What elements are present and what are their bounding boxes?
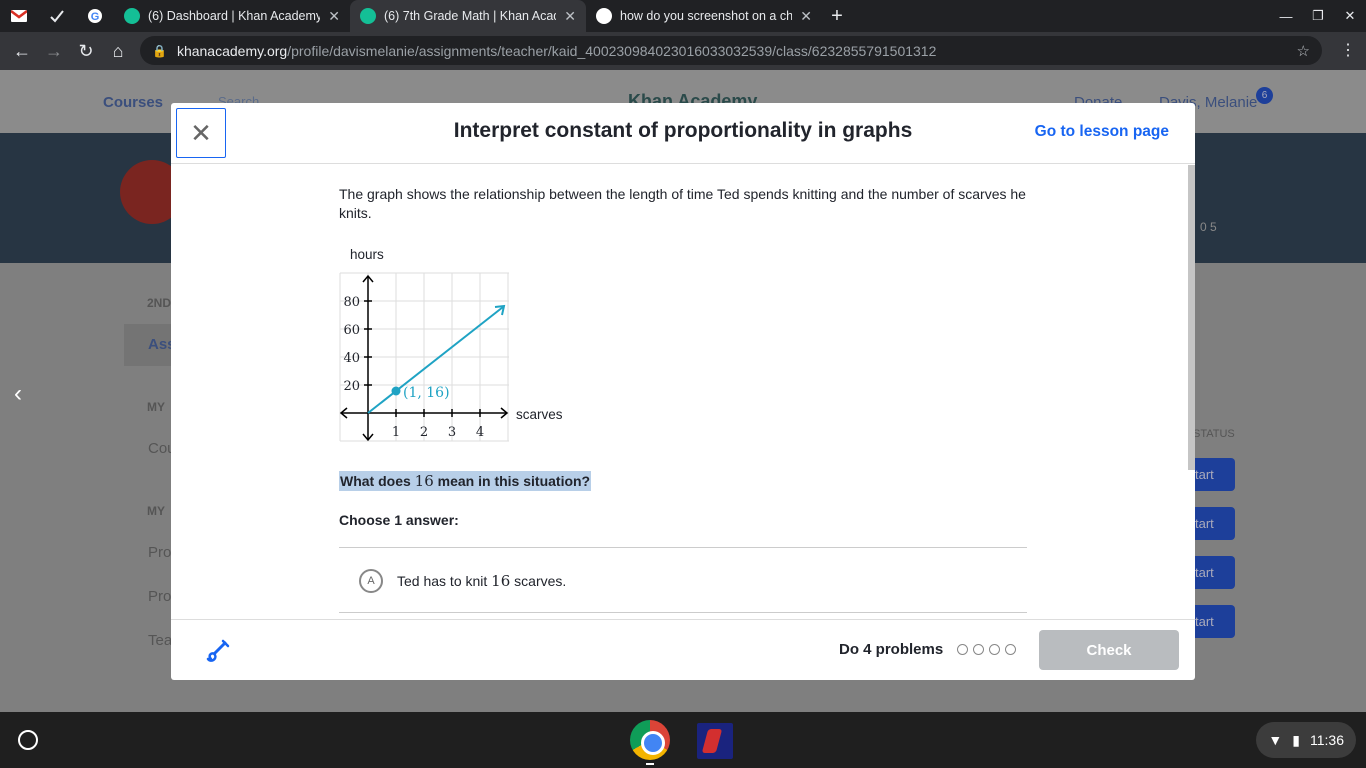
y-tick-label: 20 <box>343 379 360 394</box>
sidebar-item[interactable]: Pro <box>148 544 171 561</box>
progress-dot <box>1005 644 1016 655</box>
progress-dots <box>957 644 1016 655</box>
sidebar-item[interactable]: Tea <box>148 632 172 649</box>
gmail-icon <box>11 10 27 22</box>
x-tick-label: 2 <box>420 425 428 440</box>
modal-footer: Do 4 problems Check <box>171 619 1195 680</box>
address-bar[interactable]: 🔒 khanacademy.org /profile/davismelanie/… <box>140 36 1322 65</box>
tab-screenshot-search[interactable]: how do you screenshot on a chr ✕ <box>586 0 822 32</box>
y-axis-label: hours <box>350 247 384 262</box>
tab-bar: G (6) Dashboard | Khan Academy ✕ (6) 7th… <box>0 0 1366 32</box>
clock: 11:36 <box>1310 732 1344 748</box>
question-text: The graph shows the relationship between… <box>339 186 1026 221</box>
modal-header: ✕ Interpret constant of proportionality … <box>171 103 1195 164</box>
forward-button[interactable]: → <box>38 35 70 67</box>
tab-7th-grade-math[interactable]: (6) 7th Grade Math | Khan Acad ✕ <box>350 0 586 32</box>
bookmark-star-icon[interactable]: ☆ <box>1297 42 1310 60</box>
divider <box>339 547 1027 548</box>
new-tab-button[interactable]: + <box>822 5 852 28</box>
google-icon <box>596 8 612 24</box>
close-icon[interactable]: ✕ <box>564 8 576 25</box>
chrome-app-icon[interactable] <box>630 720 670 760</box>
question-prompt: What does 16 mean in this situation? <box>339 471 592 491</box>
back-button[interactable]: ← <box>6 35 38 67</box>
sidebar-label: 2ND <box>147 296 172 310</box>
wifi-icon: ▼ <box>1268 732 1283 748</box>
choose-label: Choose 1 answer: <box>339 512 459 528</box>
lock-icon: 🔒 <box>152 43 167 58</box>
prompt-text: What does <box>340 473 415 489</box>
do-problems-label: Do 4 problems <box>839 641 944 658</box>
y-tick-label: 60 <box>343 323 360 338</box>
progress-dot <box>989 644 1000 655</box>
choice-text: Ted has to knit 16 scarves. <box>397 572 567 590</box>
tab-dashboard[interactable]: (6) Dashboard | Khan Academy ✕ <box>114 0 350 32</box>
prompt-number: 16 <box>414 472 434 490</box>
start-button[interactable]: tart <box>1193 605 1235 638</box>
courses-menu[interactable]: Courses <box>103 94 163 111</box>
sidebar-label: MY <box>147 400 165 414</box>
exercise-modal: ✕ Interpret constant of proportionality … <box>171 103 1195 680</box>
x-tick-label: 3 <box>448 425 456 440</box>
tab-title: (6) Dashboard | Khan Academy <box>148 9 321 23</box>
divider <box>339 612 1027 613</box>
close-icon[interactable]: ✕ <box>328 8 340 25</box>
scrollbar[interactable] <box>1188 165 1195 470</box>
launcher-icon[interactable] <box>18 730 38 750</box>
battery-icon: ▮ <box>1292 731 1300 748</box>
scratchpad-icon[interactable] <box>203 637 231 665</box>
sidebar-item[interactable]: Pro <box>148 588 171 605</box>
start-button[interactable]: tart <box>1193 556 1235 589</box>
proportionality-graph: hours scarves 80 60 40 20 1 2 3 4 (1, 16… <box>339 247 563 442</box>
point-label: (1, 16) <box>403 385 450 401</box>
google-pinned-tab[interactable]: G <box>76 0 114 32</box>
x-tick-label: 1 <box>392 425 400 440</box>
google-icon: G <box>88 9 102 23</box>
y-tick-label: 80 <box>343 295 360 310</box>
carousel-back-icon[interactable]: ‹ <box>14 380 22 408</box>
tasks-pinned-tab[interactable] <box>38 0 76 32</box>
tab-title: (6) 7th Grade Math | Khan Acad <box>384 9 557 23</box>
choice-letter: A <box>359 569 383 593</box>
prompt-text: mean in this situation? <box>433 473 591 489</box>
start-button[interactable]: tart <box>1193 458 1235 491</box>
progress-dot <box>957 644 968 655</box>
url-path: /profile/davismelanie/assignments/teache… <box>287 42 937 59</box>
status-column-header: STATUS <box>1193 428 1235 440</box>
answer-choice-a[interactable]: A Ted has to knit 16 scarves. <box>339 549 1027 613</box>
pinned-app-icon[interactable] <box>697 723 733 759</box>
notification-badge: 6 <box>1256 87 1273 104</box>
y-tick-label: 40 <box>343 351 360 366</box>
gmail-pinned-tab[interactable] <box>0 0 38 32</box>
browser-menu-icon[interactable]: ⋮ <box>1340 40 1356 60</box>
maximize-icon[interactable]: ❐ <box>1302 0 1334 32</box>
x-axis-label: scarves <box>516 407 563 422</box>
window-controls: — ❐ ✕ <box>1270 0 1366 32</box>
home-button[interactable]: ⌂ <box>102 35 134 67</box>
status-tray[interactable]: ▼ ▮ 11:36 <box>1256 722 1356 758</box>
browser-toolbar: ← → ↻ ⌂ 🔒 khanacademy.org /profile/davis… <box>0 32 1366 70</box>
khan-academy-icon <box>124 8 140 24</box>
progress-dot <box>973 644 984 655</box>
minimize-icon[interactable]: — <box>1270 0 1302 32</box>
start-button[interactable]: tart <box>1193 507 1235 540</box>
svg-text:G: G <box>91 11 100 23</box>
chromeos-shelf: ▼ ▮ 11:36 <box>0 712 1366 768</box>
modal-body: The graph shows the relationship between… <box>171 165 1195 619</box>
streak-stats: 0 5 <box>1200 220 1217 234</box>
url-host: khanacademy.org <box>176 42 288 59</box>
go-to-lesson-link[interactable]: Go to lesson page <box>1035 123 1169 141</box>
x-tick-label: 4 <box>476 425 484 440</box>
sidebar-label: MY <box>147 504 165 518</box>
running-indicator <box>646 763 654 765</box>
point-marker <box>391 386 401 396</box>
checkmark-icon <box>50 10 64 23</box>
close-icon[interactable]: ✕ <box>800 8 812 25</box>
check-button[interactable]: Check <box>1039 630 1179 670</box>
reload-button[interactable]: ↻ <box>70 35 102 67</box>
tab-title: how do you screenshot on a chr <box>620 9 793 23</box>
window-close-icon[interactable]: ✕ <box>1334 0 1366 32</box>
khan-academy-icon <box>360 8 376 24</box>
